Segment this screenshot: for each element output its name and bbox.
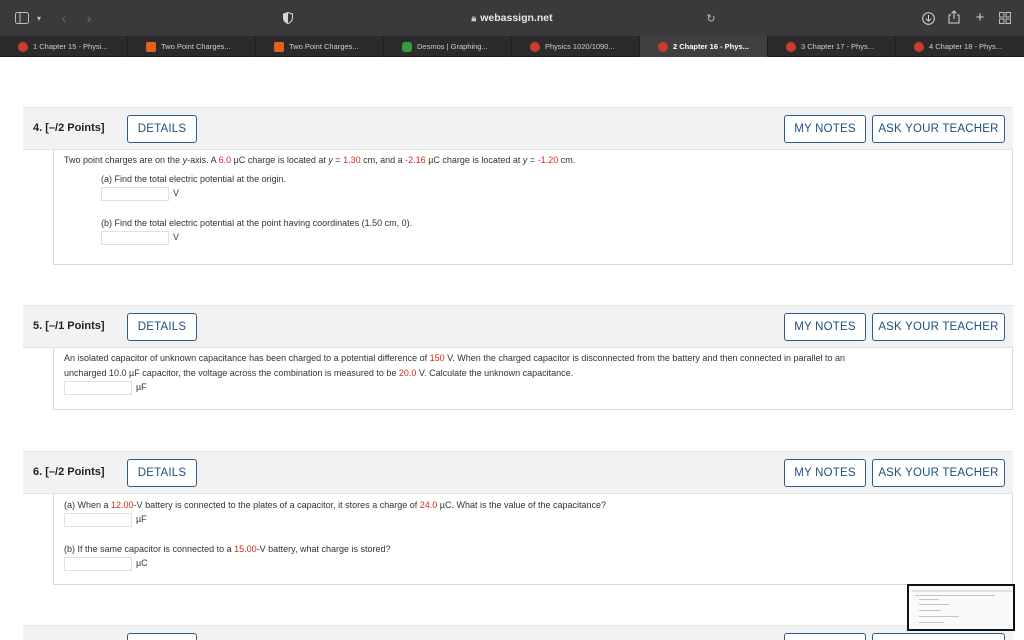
answer-input-6b[interactable] <box>64 557 132 571</box>
answer-input-6a[interactable] <box>64 513 132 527</box>
url-text: webassign.net <box>480 12 553 24</box>
share-icon[interactable] <box>946 9 962 25</box>
charge-value-1: 6.0 <box>218 155 232 165</box>
sidebar-toggle-icon[interactable] <box>14 10 30 26</box>
chevron-down-icon[interactable]: ▾ <box>34 11 44 25</box>
charge-value-2: -2.16 <box>405 155 426 165</box>
details-button[interactable]: DETAILS <box>127 313 197 341</box>
tab-label: Two Point Charges... <box>161 42 231 51</box>
question-6-header: 6. [–/2 Points] DETAILS MY NOTES ASK YOU… <box>23 451 1013 494</box>
unit-label: V <box>173 188 180 198</box>
page-thumbnail[interactable] <box>907 584 1015 631</box>
back-icon[interactable]: ‹ <box>57 10 71 26</box>
question-7-header <box>23 625 1013 640</box>
voltage-value-1: 12.00 <box>111 500 134 510</box>
new-tab-icon[interactable]: + <box>972 9 988 26</box>
question-6-body: (a) When a 12.00-V battery is connected … <box>53 494 1013 585</box>
lock-icon: 🔒︎ <box>471 12 477 23</box>
details-button[interactable]: DETAILS <box>127 459 197 487</box>
unit-label: µC <box>136 558 148 568</box>
question-text-line-2: uncharged 10.0 µF capacitor, the voltage… <box>64 368 574 378</box>
browser-tab-7[interactable]: 3 Chapter 17 - Phys... <box>768 36 896 57</box>
part-b-prompt: (b) If the same capacitor is connected t… <box>64 544 391 554</box>
unit-label: µF <box>136 382 147 392</box>
browser-tab-8[interactable]: 4 Chapter 18 - Phys... <box>896 36 1024 57</box>
my-notes-button[interactable]: MY NOTES <box>784 313 866 341</box>
tab-label: Physics 1020/1090... <box>545 42 615 51</box>
forward-icon[interactable]: › <box>82 10 96 26</box>
part-a-prompt: (a) When a 12.00-V battery is connected … <box>64 500 607 510</box>
ask-your-teacher-button[interactable]: ASK YOUR TEACHER <box>872 459 1005 487</box>
address-bar[interactable]: 🔒︎ webassign.net <box>306 8 718 28</box>
webassign-icon <box>658 41 668 52</box>
tab-label: Two Point Charges... <box>289 42 359 51</box>
desmos-icon <box>402 41 412 52</box>
browser-toolbar: ▾ ‹ › 🔒︎ webassign.net ↻ + <box>0 0 1024 36</box>
tab-label: 1 Chapter 15 - Physi... <box>33 42 108 51</box>
unit-label: µF <box>136 514 147 524</box>
question-number: 5. [–/1 Points] <box>33 320 105 332</box>
tab-overview-icon[interactable] <box>997 10 1013 26</box>
chegg-icon <box>274 41 284 52</box>
my-notes-button[interactable]: MY NOTES <box>784 115 866 143</box>
chegg-icon <box>146 41 156 52</box>
unit-label: V <box>173 232 180 242</box>
tab-label: 3 Chapter 17 - Phys... <box>801 42 874 51</box>
question-4-body: Two point charges are on the y-axis. A 6… <box>53 150 1013 265</box>
webassign-page: 4. [–/2 Points] DETAILS MY NOTES ASK YOU… <box>0 57 1024 640</box>
browser-tab-6[interactable]: 2 Chapter 16 - Phys... <box>640 36 768 57</box>
ask-your-teacher-button[interactable]: ASK YOUR TEACHER <box>872 313 1005 341</box>
tab-label: 2 Chapter 16 - Phys... <box>673 42 749 51</box>
webassign-icon <box>530 41 540 52</box>
ask-your-teacher-button[interactable]: ASK YOUR TEACHER <box>872 115 1005 143</box>
voltage-value-2: 15.00 <box>234 544 257 554</box>
question-number: 4. [–/2 Points] <box>33 122 105 134</box>
part-a-prompt: (a) Find the total electric potential at… <box>101 174 287 184</box>
question-4-header: 4. [–/2 Points] DETAILS MY NOTES ASK YOU… <box>23 107 1013 150</box>
answer-input-4b[interactable] <box>101 231 169 245</box>
question-number: 6. [–/2 Points] <box>33 466 105 478</box>
browser-tab-4[interactable]: Desmos | Graphing... <box>384 36 512 57</box>
answer-input-4a[interactable] <box>101 187 169 201</box>
charge-value: 24.0 <box>419 500 438 510</box>
reload-icon[interactable]: ↻ <box>704 10 718 26</box>
browser-tab-1[interactable]: 1 Chapter 15 - Physi... <box>0 36 128 57</box>
details-button[interactable]: DETAILS <box>127 115 197 143</box>
browser-tab-2[interactable]: Two Point Charges... <box>128 36 256 57</box>
voltage-value-1: 150 <box>429 353 445 363</box>
question-5-header: 5. [–/1 Points] DETAILS MY NOTES ASK YOU… <box>23 305 1013 348</box>
part-b-prompt: (b) Find the total electric potential at… <box>101 218 413 228</box>
voltage-value-2: 20.0 <box>398 368 417 378</box>
details-button[interactable] <box>127 633 197 640</box>
answer-input-5[interactable] <box>64 381 132 395</box>
position-value-2: -1.20 <box>537 155 559 165</box>
my-notes-button[interactable]: MY NOTES <box>784 459 866 487</box>
browser-tab-3[interactable]: Two Point Charges... <box>256 36 384 57</box>
question-text: Two point charges are on the y-axis. A 6… <box>64 155 576 165</box>
tab-label: Desmos | Graphing... <box>417 42 488 51</box>
shield-icon[interactable] <box>282 11 294 25</box>
question-text-line-1: An isolated capacitor of unknown capacit… <box>64 353 846 363</box>
webassign-icon <box>914 41 924 52</box>
webassign-icon <box>786 41 796 52</box>
position-value-1: 1.30 <box>343 155 361 165</box>
tab-label: 4 Chapter 18 - Phys... <box>929 42 1002 51</box>
my-notes-button[interactable] <box>784 633 866 640</box>
question-5-body: An isolated capacitor of unknown capacit… <box>53 348 1013 410</box>
webassign-icon <box>18 41 28 52</box>
browser-tab-5[interactable]: Physics 1020/1090... <box>512 36 640 57</box>
ask-your-teacher-button[interactable] <box>872 633 1005 640</box>
tab-bar: 1 Chapter 15 - Physi... Two Point Charge… <box>0 36 1024 57</box>
download-icon[interactable] <box>920 10 936 26</box>
